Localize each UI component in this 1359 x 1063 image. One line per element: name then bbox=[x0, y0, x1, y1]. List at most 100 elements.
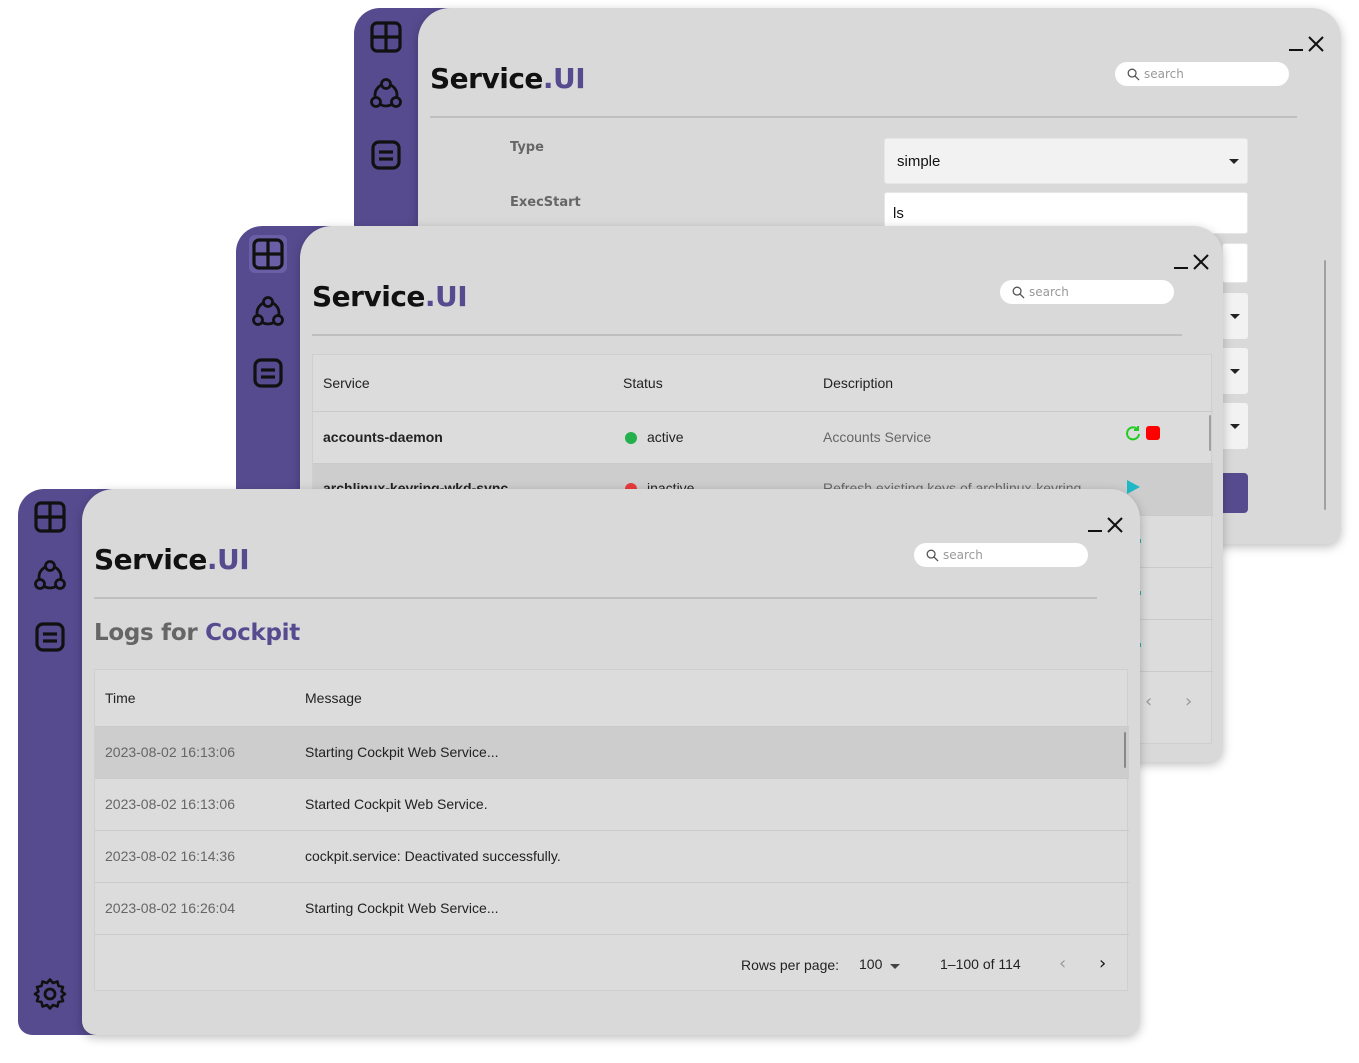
scrollbar[interactable] bbox=[1209, 415, 1211, 451]
sidebar-item-dashboard[interactable] bbox=[249, 235, 287, 273]
row-divider bbox=[95, 830, 1129, 831]
column-header-message[interactable]: Message bbox=[305, 690, 362, 706]
app-title: Service.UI bbox=[430, 62, 586, 95]
column-header-status[interactable]: Status bbox=[623, 375, 663, 391]
sidebar-item-logs[interactable] bbox=[367, 136, 405, 174]
minimize-icon[interactable] bbox=[1289, 49, 1303, 51]
window-controls bbox=[1088, 516, 1124, 534]
sidebar-item-logs[interactable] bbox=[31, 618, 69, 656]
chevron-down-icon bbox=[1229, 159, 1239, 164]
close-icon[interactable] bbox=[1192, 253, 1210, 271]
search-placeholder: search bbox=[1029, 285, 1069, 299]
header-divider bbox=[430, 116, 1297, 118]
window-controls bbox=[1174, 253, 1210, 271]
header-divider bbox=[312, 334, 1182, 336]
scrollbar[interactable] bbox=[1324, 260, 1326, 510]
minimize-icon[interactable] bbox=[1174, 267, 1188, 269]
list-icon bbox=[253, 358, 283, 388]
search-input[interactable]: search bbox=[914, 543, 1088, 567]
network-icon bbox=[34, 560, 66, 590]
app-title-accent: .UI bbox=[542, 62, 586, 95]
search-input[interactable]: search bbox=[1115, 62, 1289, 86]
rows-per-page-value: 100 bbox=[859, 956, 883, 972]
log-time: 2023-08-02 16:14:36 bbox=[105, 848, 235, 864]
page-range: 1–100 of 114 bbox=[940, 956, 1021, 972]
page-title-unit: Cockpit bbox=[205, 620, 300, 646]
chevron-down-icon bbox=[1230, 314, 1240, 319]
logs-table: Time Message 2023-08-02 16:13:06 Startin… bbox=[94, 669, 1129, 991]
app-title-accent: .UI bbox=[206, 543, 250, 576]
sidebar-item-logs[interactable] bbox=[249, 354, 287, 392]
chevron-down-icon bbox=[890, 964, 900, 969]
next-page-icon[interactable]: › bbox=[1185, 691, 1192, 712]
sidebar-item-network[interactable] bbox=[249, 294, 287, 332]
app-title-name: Service bbox=[430, 62, 543, 95]
network-icon bbox=[252, 296, 284, 326]
sidebar-item-network[interactable] bbox=[31, 558, 69, 596]
log-time: 2023-08-02 16:13:06 bbox=[105, 744, 235, 760]
search-placeholder: search bbox=[943, 548, 983, 562]
log-message: cockpit.service: Deactivated successfull… bbox=[305, 848, 561, 864]
form-select-4[interactable] bbox=[1222, 293, 1248, 339]
window-controls bbox=[1289, 35, 1325, 53]
next-page-icon[interactable]: › bbox=[1099, 953, 1106, 974]
column-header-time[interactable]: Time bbox=[105, 690, 136, 706]
field-label-execstart: ExecStart bbox=[510, 195, 581, 210]
app-title-name: Service bbox=[94, 543, 207, 576]
row-divider bbox=[313, 411, 1213, 412]
type-select-value: simple bbox=[897, 152, 941, 170]
form-input-3[interactable] bbox=[1222, 243, 1248, 283]
search-icon bbox=[1127, 68, 1140, 81]
column-header-description[interactable]: Description bbox=[823, 375, 893, 391]
restart-icon[interactable] bbox=[1125, 425, 1141, 441]
close-icon[interactable] bbox=[1106, 516, 1124, 534]
page-title-prefix: Logs for bbox=[94, 620, 206, 646]
form-select-6[interactable] bbox=[1222, 403, 1248, 449]
rows-per-page-select[interactable]: 100 bbox=[859, 956, 909, 972]
app-title-accent: .UI bbox=[424, 280, 468, 313]
sidebar-item-dashboard[interactable] bbox=[31, 498, 69, 536]
chevron-down-icon bbox=[1230, 424, 1240, 429]
column-header-service[interactable]: Service bbox=[323, 375, 370, 391]
sidebar-item-network[interactable] bbox=[367, 76, 405, 114]
page-title: Logs for Cockpit bbox=[94, 620, 300, 646]
grid-icon bbox=[34, 501, 66, 533]
execstart-value: ls bbox=[893, 204, 904, 222]
row-divider bbox=[95, 934, 1129, 935]
service-status: active bbox=[647, 429, 684, 445]
app-title: Service.UI bbox=[94, 543, 250, 576]
grid-icon bbox=[252, 238, 284, 270]
network-icon bbox=[370, 78, 402, 108]
header-divider bbox=[94, 597, 1097, 599]
sidebar-item-settings[interactable] bbox=[31, 975, 69, 1013]
form-select-5[interactable] bbox=[1222, 348, 1248, 394]
search-icon bbox=[1012, 286, 1025, 299]
save-button[interactable] bbox=[1222, 473, 1248, 513]
app-title-name: Service bbox=[312, 280, 425, 313]
prev-page-icon[interactable]: ‹ bbox=[1145, 691, 1152, 712]
status-active-dot bbox=[625, 432, 637, 444]
row-divider bbox=[95, 778, 1129, 779]
logs-window: Service.UI search Logs for Cockpit Time … bbox=[18, 489, 1140, 1035]
rows-per-page-label: Rows per page: bbox=[741, 957, 840, 973]
minimize-icon[interactable] bbox=[1088, 530, 1102, 532]
log-time: 2023-08-02 16:13:06 bbox=[105, 796, 235, 812]
chevron-down-icon bbox=[1230, 369, 1240, 374]
close-icon[interactable] bbox=[1307, 35, 1325, 53]
grid-icon bbox=[370, 21, 402, 53]
table-row[interactable] bbox=[95, 727, 1129, 778]
log-time: 2023-08-02 16:26:04 bbox=[105, 900, 235, 916]
type-select[interactable]: simple bbox=[884, 138, 1248, 184]
search-icon bbox=[926, 549, 939, 562]
sidebar-item-dashboard[interactable] bbox=[367, 18, 405, 56]
list-icon bbox=[35, 622, 65, 652]
main-panel: Service.UI search Logs for Cockpit Time … bbox=[82, 489, 1140, 1035]
stop-button[interactable] bbox=[1146, 426, 1160, 440]
log-message: Starting Cockpit Web Service... bbox=[305, 900, 499, 916]
list-icon bbox=[371, 140, 401, 170]
search-input[interactable]: search bbox=[1000, 280, 1174, 304]
prev-page-icon[interactable]: ‹ bbox=[1059, 953, 1066, 974]
service-name[interactable]: accounts-daemon bbox=[323, 429, 443, 445]
gear-icon bbox=[33, 978, 67, 1010]
scrollbar[interactable] bbox=[1124, 732, 1126, 768]
